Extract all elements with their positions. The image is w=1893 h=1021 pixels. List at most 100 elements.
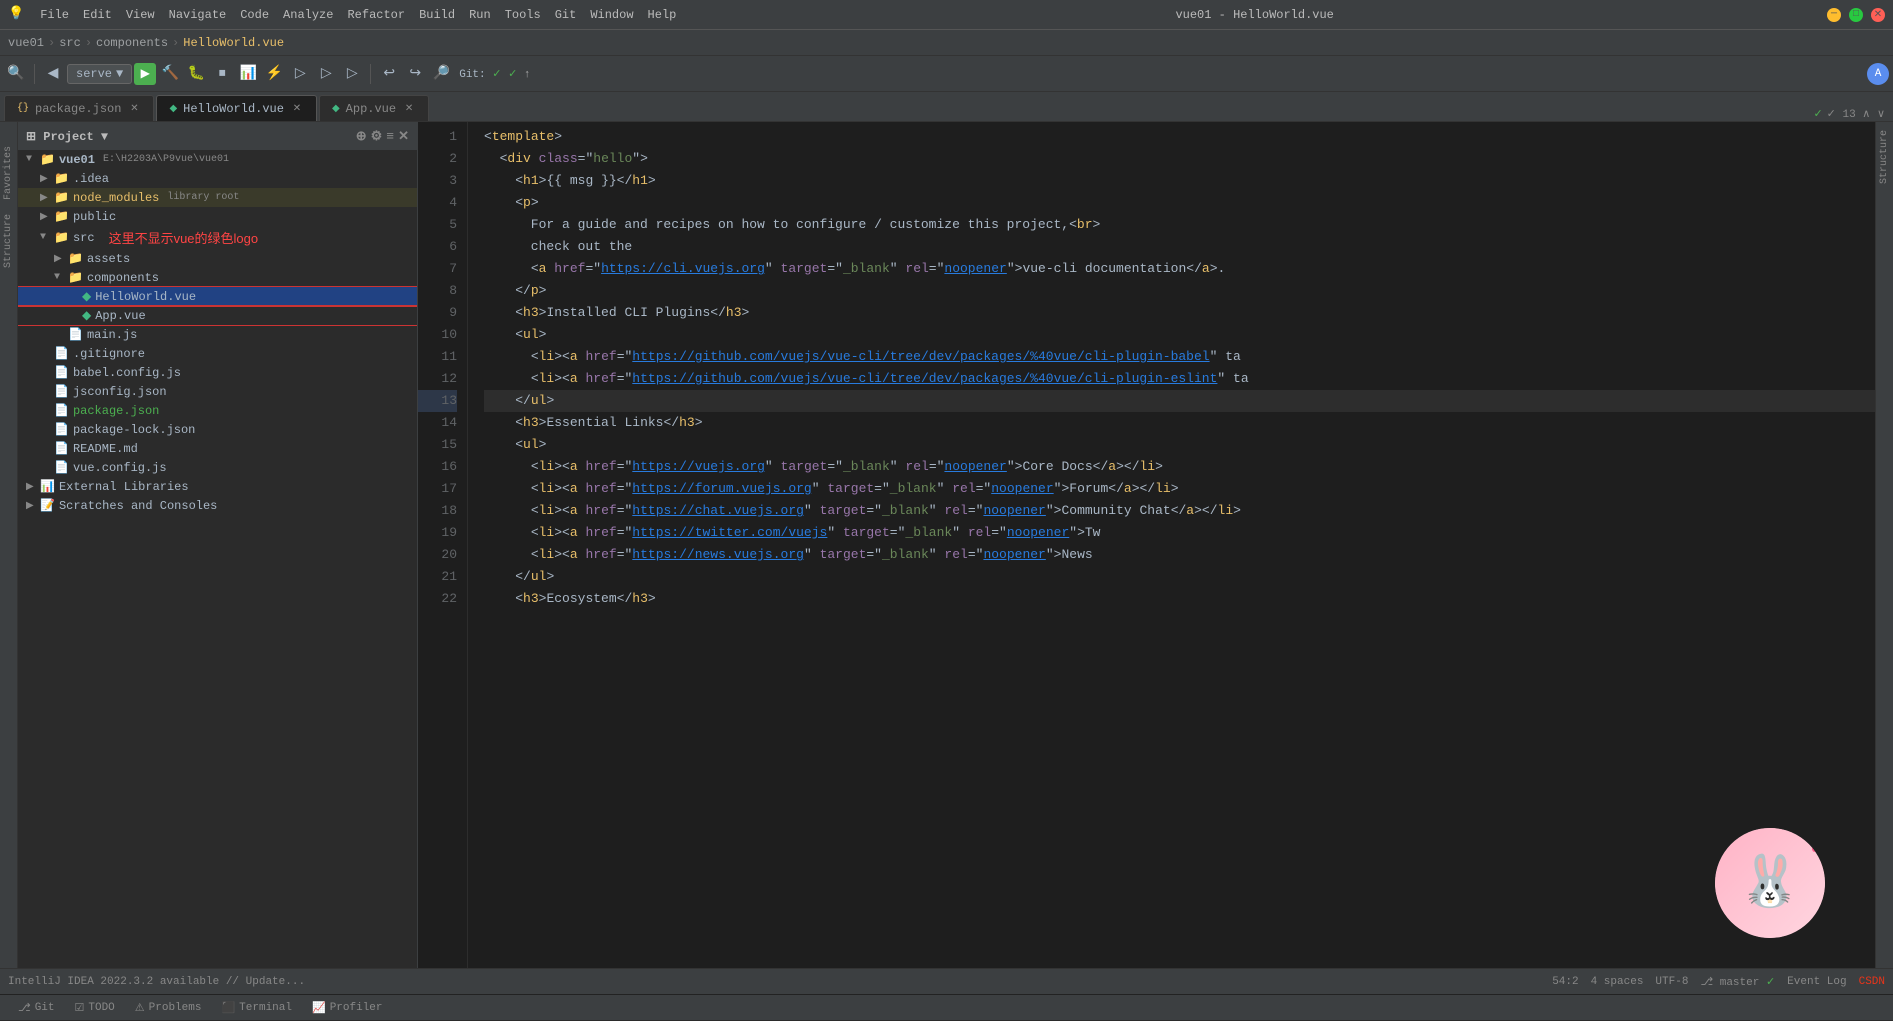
toolbar-rebuild-btn[interactable]: 🔨: [158, 62, 182, 86]
toolbar-more2-btn[interactable]: ▷: [314, 62, 338, 86]
annotation-text: 这里不显示vue的绿色logo: [109, 231, 259, 246]
tree-item-idea[interactable]: ▶ 📁 .idea: [18, 169, 417, 188]
code-line-21: </ul>: [484, 566, 1875, 588]
close-button[interactable]: ✕: [1871, 8, 1885, 22]
tree-item-app-vue[interactable]: ◆ App.vue: [18, 306, 417, 325]
tab-package-json[interactable]: {} package.json ✕: [4, 95, 154, 121]
tab-helloworld-vue[interactable]: ◆ HelloWorld.vue ✕: [156, 95, 317, 121]
toolbar-profiler-btn[interactable]: ⚡: [262, 62, 286, 86]
breadcrumb-file[interactable]: HelloWorld.vue: [183, 36, 284, 50]
tree-item-helloworld-vue[interactable]: ◆ HelloWorld.vue: [18, 287, 417, 306]
tab-app-vue[interactable]: ◆ App.vue ✕: [319, 95, 429, 121]
tree-item-scratches[interactable]: ▶ 📝 Scratches and Consoles: [18, 496, 417, 515]
tabs-bar: {} package.json ✕ ◆ HelloWorld.vue ✕ ◆ A…: [0, 92, 1893, 122]
package-json-icon: {}: [17, 103, 29, 114]
toolbar-more-btn[interactable]: ▷: [288, 62, 312, 86]
menu-help[interactable]: Help: [642, 6, 683, 24]
toolbar-coverage-btn[interactable]: 📊: [236, 62, 260, 86]
main-js-icon: 📄: [68, 327, 83, 342]
bottom-bar: ⎇ Git ☑ TODO ⚠ Problems ⬛ Terminal 📈 Pro…: [0, 994, 1893, 1020]
update-notification: IntelliJ IDEA 2022.3.2 available // Upda…: [8, 976, 305, 988]
helloworld-icon: ◆: [169, 103, 177, 115]
menu-run[interactable]: Run: [463, 6, 497, 24]
tab-app-vue-close[interactable]: ✕: [402, 102, 416, 116]
tree-item-vue01[interactable]: ▼ 📁 vue01 E:\H2203A\P9vue\vue01: [18, 150, 417, 169]
problems-tab-icon: ⚠: [135, 1001, 145, 1015]
maximize-button[interactable]: □: [1849, 8, 1863, 22]
toolbar-back-btn[interactable]: ◀: [41, 62, 65, 86]
breadcrumb-src[interactable]: src: [59, 36, 81, 50]
cursor-position: 54:2: [1552, 976, 1578, 988]
toolbar-debug-btn[interactable]: 🐛: [184, 62, 208, 86]
file-tree: ▼ 📁 vue01 E:\H2203A\P9vue\vue01 ▶ 📁 .ide…: [18, 150, 417, 968]
app-vue-icon: ◆: [332, 103, 340, 115]
menu-edit[interactable]: Edit: [77, 6, 118, 24]
tree-item-public[interactable]: ▶ 📁 public: [18, 207, 417, 226]
tree-item-gitignore[interactable]: 📄 .gitignore: [18, 344, 417, 363]
user-avatar[interactable]: A: [1867, 63, 1889, 85]
run-button[interactable]: ▶: [134, 63, 156, 85]
tree-item-main-js[interactable]: 📄 main.js: [18, 325, 417, 344]
tree-item-src[interactable]: ▼ 📁 src 这里不显示vue的绿色logo: [18, 226, 417, 249]
sidebar-icon-close[interactable]: ✕: [398, 129, 409, 144]
tree-item-package-json[interactable]: 📄 package.json: [18, 401, 417, 420]
minimize-button[interactable]: ─: [1827, 8, 1841, 22]
toolbar-stop-btn[interactable]: ⏹: [210, 62, 234, 86]
tree-item-package-lock[interactable]: 📄 package-lock.json: [18, 420, 417, 439]
menu-bar: 💡 File Edit View Navigate Code Analyze R…: [8, 6, 682, 24]
code-line-22: <h3>Ecosystem</h3>: [484, 588, 1875, 610]
tab-helloworld-close[interactable]: ✕: [290, 102, 304, 116]
code-line-4: <p>: [484, 192, 1875, 214]
left-panel-icons: Favorites Structure: [0, 122, 18, 968]
bottom-tab-todo[interactable]: ☑ TODO: [65, 995, 125, 1021]
sidebar-icon-add[interactable]: ⊕: [356, 129, 367, 144]
breadcrumb-project[interactable]: vue01: [8, 36, 44, 50]
toolbar-search2-btn[interactable]: 🔎: [429, 62, 453, 86]
tree-item-assets[interactable]: ▶ 📁 assets: [18, 249, 417, 268]
toolbar-search-btn[interactable]: 🔍: [4, 62, 28, 86]
toolbar-redo-btn[interactable]: ↪: [403, 62, 427, 86]
sidebar-title: ⊞ Project ▼: [26, 129, 108, 144]
tab-package-json-close[interactable]: ✕: [127, 102, 141, 116]
bottom-tab-terminal[interactable]: ⬛ Terminal: [211, 995, 302, 1021]
tree-item-components[interactable]: ▼ 📁 components: [18, 268, 417, 287]
menu-tools[interactable]: Tools: [499, 6, 547, 24]
bottom-tab-git[interactable]: ⎇ Git: [8, 995, 65, 1021]
package-json-icon: 📄: [54, 403, 69, 418]
tree-item-babel[interactable]: 📄 babel.config.js: [18, 363, 417, 382]
code-editor[interactable]: 1 2 3 4 5 6 7 8 9 10 11 12 13 14 15 16 1…: [418, 122, 1875, 968]
menu-refactor[interactable]: Refactor: [341, 6, 411, 24]
menu-analyze[interactable]: Analyze: [277, 6, 339, 24]
code-line-18: <li><a href="https://chat.vuejs.org" tar…: [484, 500, 1875, 522]
code-content[interactable]: <template> <div class="hello"> <h1>{{ ms…: [468, 122, 1875, 968]
sidebar-icon-collapse[interactable]: ≡: [386, 129, 394, 144]
code-line-17: <li><a href="https://forum.vuejs.org" ta…: [484, 478, 1875, 500]
bottom-tab-profiler[interactable]: 📈 Profiler: [302, 995, 393, 1021]
menu-window[interactable]: Window: [584, 6, 639, 24]
bottom-tab-problems[interactable]: ⚠ Problems: [125, 995, 212, 1021]
favorites-icon[interactable]: Favorites: [3, 142, 14, 204]
menu-code[interactable]: Code: [234, 6, 275, 24]
serve-dropdown[interactable]: serve ▼: [67, 64, 132, 84]
menu-file[interactable]: File: [34, 6, 75, 24]
node-modules-folder-icon: 📁: [54, 190, 69, 205]
menu-build[interactable]: Build: [413, 6, 461, 24]
structure-side-icon[interactable]: Structure: [3, 210, 14, 272]
toolbar-more3-btn[interactable]: ▷: [340, 62, 364, 86]
tree-item-node-modules[interactable]: ▶ 📁 node_modules library root: [18, 188, 417, 207]
tree-item-jsconfig[interactable]: 📄 jsconfig.json: [18, 382, 417, 401]
menu-navigate[interactable]: Navigate: [163, 6, 233, 24]
tab-app-vue-label: App.vue: [346, 102, 396, 116]
sticker-decoration: 🐰 中: [1715, 828, 1825, 938]
tree-item-external-libs[interactable]: ▶ 📊 External Libraries: [18, 477, 417, 496]
breadcrumb-components[interactable]: components: [96, 36, 168, 50]
tree-item-vue-config[interactable]: 📄 vue.config.js: [18, 458, 417, 477]
babel-icon: 📄: [54, 365, 69, 380]
tree-item-readme[interactable]: 📄 README.md: [18, 439, 417, 458]
sidebar-icon-settings[interactable]: ⚙: [371, 129, 383, 144]
event-log-label[interactable]: Event Log: [1787, 976, 1846, 988]
structure-right-icon[interactable]: Structure: [1879, 126, 1890, 188]
menu-git[interactable]: Git: [549, 6, 583, 24]
menu-view[interactable]: View: [120, 6, 161, 24]
toolbar-undo-btn[interactable]: ↩: [377, 62, 401, 86]
